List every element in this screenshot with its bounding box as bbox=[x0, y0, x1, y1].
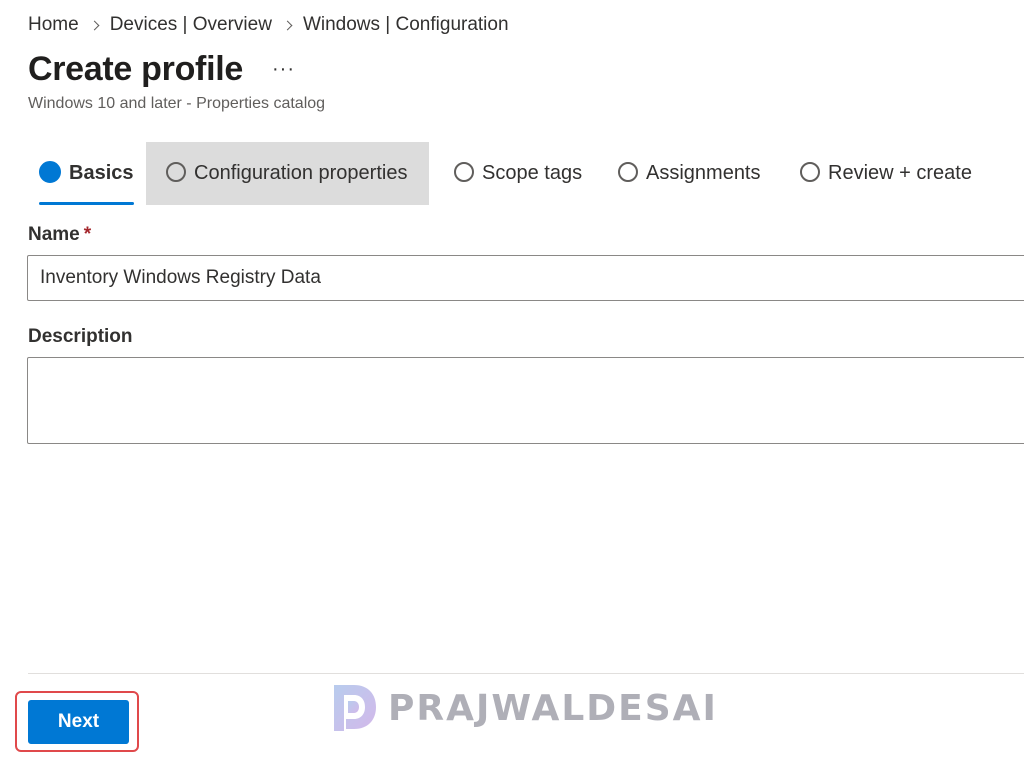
circle-filled-icon bbox=[39, 160, 61, 183]
tab-scope-tags[interactable]: Scope tags bbox=[454, 142, 582, 205]
tab-assignments[interactable]: Assignments bbox=[618, 142, 761, 205]
circle-icon bbox=[800, 161, 820, 182]
wizard-tabs: Basics Configuration properties Scope ta… bbox=[0, 142, 1024, 205]
breadcrumb-home[interactable]: Home bbox=[28, 14, 79, 36]
ellipsis-icon[interactable]: ··· bbox=[272, 58, 295, 81]
circle-icon bbox=[166, 161, 186, 182]
tab-label: Review + create bbox=[828, 162, 972, 184]
page-title: Create profile bbox=[28, 50, 243, 88]
circle-icon bbox=[454, 161, 474, 182]
tab-review-create[interactable]: Review + create bbox=[800, 142, 972, 205]
name-label-text: Name bbox=[28, 224, 80, 245]
tab-basics[interactable]: Basics bbox=[39, 142, 134, 205]
page-subtitle: Windows 10 and later - Properties catalo… bbox=[28, 95, 326, 112]
chevron-right-icon bbox=[282, 20, 293, 30]
required-asterisk: * bbox=[83, 224, 92, 245]
description-label: Description bbox=[28, 326, 133, 347]
watermark: PRAJWALDESAI bbox=[330, 683, 718, 733]
tab-label: Scope tags bbox=[482, 162, 583, 184]
breadcrumb: Home Devices | Overview Windows | Config… bbox=[28, 13, 509, 37]
breadcrumb-windows-configuration[interactable]: Windows | Configuration bbox=[303, 14, 509, 36]
chevron-right-icon bbox=[89, 20, 100, 30]
name-label: Name * bbox=[28, 224, 91, 246]
name-input[interactable] bbox=[27, 255, 1024, 301]
breadcrumb-devices-overview[interactable]: Devices | Overview bbox=[110, 14, 272, 36]
tab-label: Basics bbox=[69, 162, 134, 184]
next-button[interactable]: Next bbox=[28, 700, 129, 744]
tab-configuration-properties[interactable]: Configuration properties bbox=[146, 142, 429, 205]
description-input[interactable] bbox=[27, 357, 1024, 444]
tab-label: Configuration properties bbox=[194, 162, 408, 184]
circle-icon bbox=[618, 161, 638, 182]
tab-label: Assignments bbox=[646, 162, 761, 184]
footer-divider bbox=[28, 673, 1024, 674]
prajwaldesai-logo-icon bbox=[334, 685, 376, 731]
watermark-text: PRAJWALDESAI bbox=[388, 687, 718, 729]
